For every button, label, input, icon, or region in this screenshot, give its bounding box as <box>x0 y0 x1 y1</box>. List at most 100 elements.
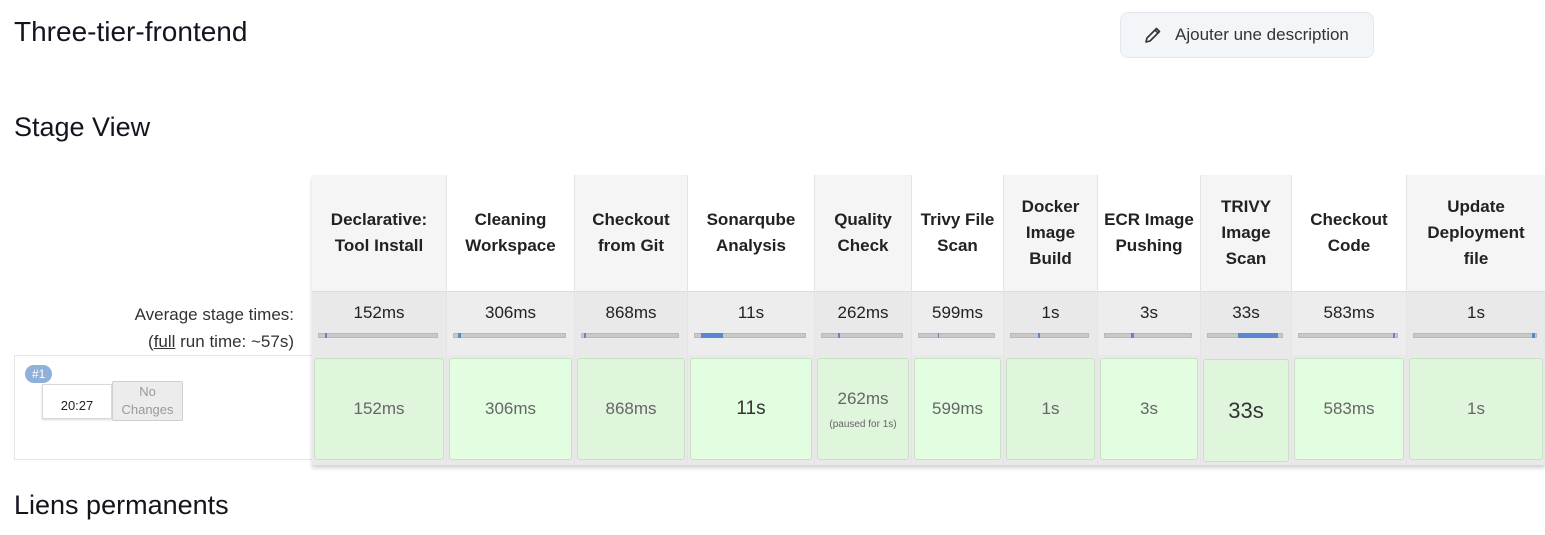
stage-result-cell[interactable]: 3s <box>1100 358 1198 460</box>
stage-result-cell[interactable]: 306ms <box>449 358 572 460</box>
stage-columns: Declarative: Tool Install 152ms 152ms Clean… <box>312 175 1545 465</box>
stage-column: Quality Check 262ms 262ms (paused for 1s) <box>814 175 911 465</box>
stage-column: ECR Image Pushing 3s 3s <box>1097 175 1200 465</box>
stage-progress-fill <box>1037 333 1041 338</box>
build-number-badge[interactable]: #1 <box>25 365 53 383</box>
stage-progress-fill <box>1130 333 1135 338</box>
average-stage-times-label: Average stage times: (full run time: ~57… <box>135 301 294 355</box>
stage-column: Update Deployment file 1s 1s <box>1406 175 1545 465</box>
average-label-line2: (full run time: ~57s) <box>148 332 294 351</box>
stage-progress-bar <box>1207 333 1283 338</box>
stage-average-value: 1s <box>1041 303 1060 322</box>
stage-average-time: 583ms <box>1292 291 1406 355</box>
stage-header: Trivy File Scan <box>912 175 1003 291</box>
stage-average-value: 152ms <box>353 303 405 322</box>
stage-average-value: 1s <box>1467 303 1485 322</box>
stage-result-cell[interactable]: 868ms <box>577 358 685 460</box>
stage-progress-bar <box>453 333 566 338</box>
stage-average-value: 11s <box>737 303 765 322</box>
stage-result-cell[interactable]: 152ms <box>314 358 444 460</box>
stage-header: TRIVY Image Scan <box>1201 175 1291 291</box>
stage-average-time: 152ms <box>312 291 446 355</box>
stage-progress-bar <box>1104 333 1192 338</box>
stage-average-value: 583ms <box>1323 303 1375 322</box>
stage-paused-note: (paused for 1s) <box>829 418 897 430</box>
stage-progress-fill <box>700 333 723 338</box>
stage-header: Quality Check <box>815 175 911 291</box>
stage-average-time: 262ms <box>815 291 911 355</box>
stage-progress-bar <box>694 333 806 338</box>
stage-duration: 3s <box>1140 399 1158 418</box>
stage-progress-bar <box>1413 333 1537 338</box>
stage-header: Docker Image Build <box>1004 175 1097 291</box>
stage-result-cell[interactable]: 11s <box>690 358 812 460</box>
stage-header: Declarative: Tool Install <box>312 175 446 291</box>
stage-header: Cleaning Workspace <box>447 175 574 291</box>
stage-average-time: 599ms <box>912 291 1003 355</box>
stage-average-time: 33s <box>1201 291 1291 355</box>
stage-column: Cleaning Workspace 306ms 306ms <box>446 175 574 465</box>
stage-header: Sonarqube Analysis <box>688 175 814 291</box>
stage-progress-bar <box>918 333 995 338</box>
stage-duration: 152ms <box>353 399 405 418</box>
stage-column: Checkout Code 583ms 583ms <box>1291 175 1406 465</box>
stage-duration: 868ms <box>605 399 657 418</box>
stage-progress-fill <box>583 333 586 338</box>
stage-column: Trivy File Scan 599ms 599ms <box>911 175 1003 465</box>
pencil-icon <box>1145 27 1161 43</box>
stage-progress-fill <box>458 333 461 338</box>
stage-result-cell[interactable]: 583ms <box>1294 358 1404 460</box>
stage-progress-bar <box>1298 333 1398 338</box>
build-time: 20:27 <box>42 384 112 419</box>
stage-column: Docker Image Build 1s 1s <box>1003 175 1097 465</box>
average-label-line1: Average stage times: <box>134 305 294 324</box>
stage-duration: 599ms <box>931 399 984 418</box>
stage-column: TRIVY Image Scan 33s 33s <box>1200 175 1291 465</box>
stage-result-cell[interactable]: 1s <box>1006 358 1095 460</box>
add-description-button[interactable]: Ajouter une description <box>1120 12 1374 58</box>
stage-average-time: 868ms <box>575 291 687 355</box>
stage-average-time: 1s <box>1004 291 1097 355</box>
stage-duration: 11s <box>736 398 766 419</box>
stage-progress-fill <box>937 333 940 338</box>
stage-duration: 262ms <box>837 388 889 408</box>
stage-column: Declarative: Tool Install 152ms 152ms <box>312 175 446 465</box>
stage-header: Checkout Code <box>1292 175 1406 291</box>
no-changes-box: No Changes <box>112 381 183 421</box>
add-description-label: Ajouter une description <box>1175 25 1349 44</box>
stage-progress-bar <box>318 333 438 338</box>
stage-result-cell[interactable]: 1s <box>1409 358 1543 460</box>
stage-progress-fill <box>838 333 840 338</box>
stage-duration: 33s <box>1228 397 1264 423</box>
stage-progress-fill <box>1393 333 1396 338</box>
permalinks-title: Liens permanents <box>14 490 229 520</box>
stage-progress-bar <box>581 333 679 338</box>
stage-average-time: 306ms <box>447 291 574 355</box>
stage-average-value: 599ms <box>931 303 984 322</box>
stage-average-value: 3s <box>1140 303 1158 322</box>
page-title: Three-tier-frontend <box>14 16 248 47</box>
build-row[interactable]: #1 20:27 No Changes <box>14 355 312 460</box>
stage-result-cell[interactable]: 262ms (paused for 1s) <box>817 358 909 460</box>
stage-progress-bar <box>821 333 903 338</box>
changes-line1: No <box>139 384 156 399</box>
stage-average-value: 868ms <box>605 303 657 322</box>
stage-result-cell[interactable]: 33s <box>1203 359 1289 462</box>
stage-progress-fill <box>1532 333 1535 338</box>
stage-result-cell[interactable]: 599ms <box>914 358 1001 460</box>
stage-view: Declarative: Tool Install 152ms 152ms Clean… <box>312 175 1545 465</box>
stage-column: Sonarqube Analysis 11s 11s <box>687 175 814 465</box>
stage-progress-fill <box>1237 333 1279 338</box>
stage-duration: 583ms <box>1323 399 1375 418</box>
stage-view-title: Stage View <box>14 112 151 142</box>
stage-header: Checkout from Git <box>575 175 687 291</box>
stage-average-time: 3s <box>1098 291 1200 355</box>
full-run-time-link[interactable]: full <box>154 332 176 351</box>
stage-duration: 1s <box>1467 399 1485 418</box>
changes-line2: Changes <box>121 402 174 417</box>
stage-duration: 1s <box>1041 399 1060 418</box>
stage-progress-bar <box>1010 333 1089 338</box>
stage-header: Update Deployment file <box>1407 175 1545 291</box>
stage-average-value: 306ms <box>484 303 537 322</box>
stage-average-value: 262ms <box>837 303 889 322</box>
